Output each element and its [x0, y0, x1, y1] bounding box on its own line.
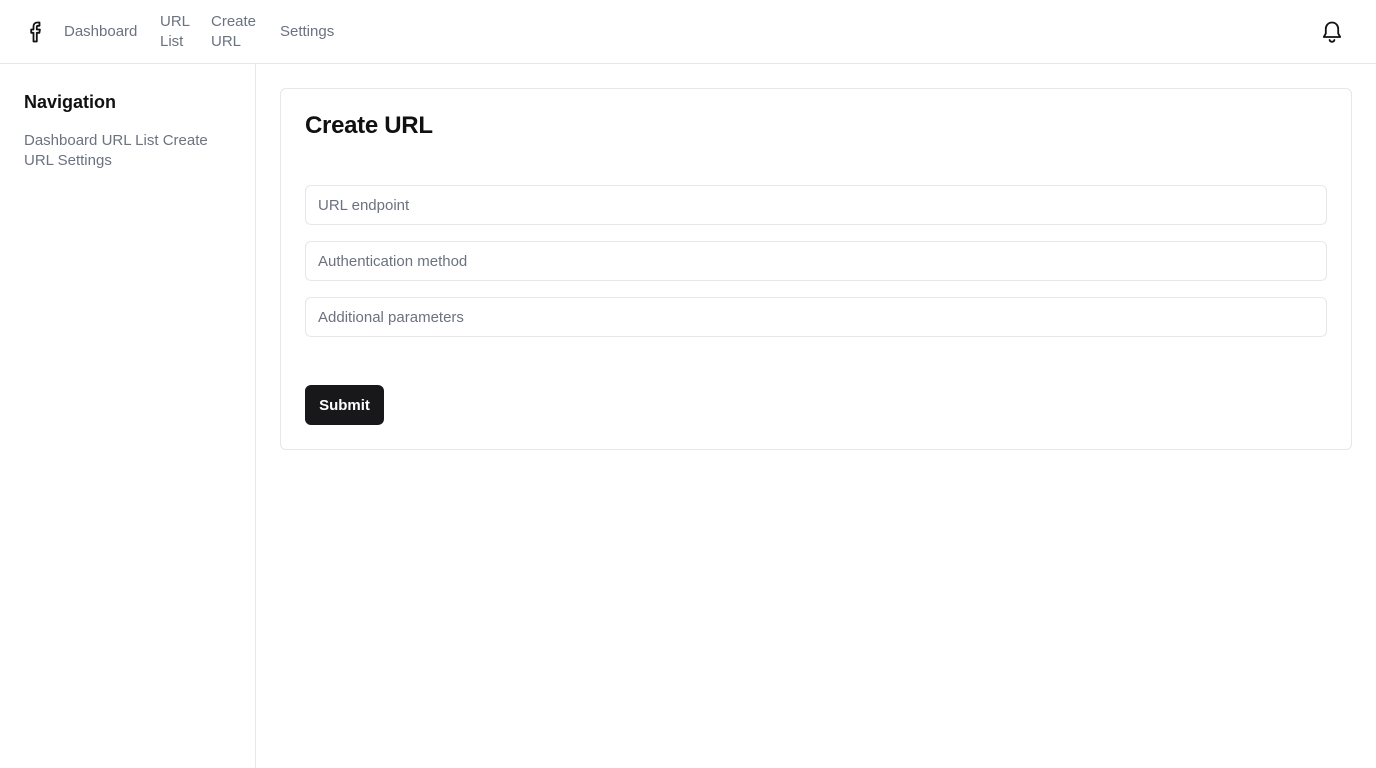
authentication-method-input[interactable]: [305, 241, 1327, 281]
nav-link-create-url[interactable]: Create URL: [211, 12, 259, 52]
url-endpoint-input[interactable]: [305, 185, 1327, 225]
additional-parameters-input[interactable]: [305, 297, 1327, 337]
sidebar: Navigation Dashboard URL List Create URL…: [0, 64, 256, 768]
submit-button[interactable]: Submit: [305, 385, 384, 425]
nav-link-dashboard[interactable]: Dashboard: [64, 22, 137, 42]
sidebar-nav: Dashboard URL List Create URL Settings: [24, 131, 224, 171]
top-navbar: Dashboard URL List Create URL Settings: [0, 0, 1376, 64]
sidebar-item-dashboard[interactable]: Dashboard: [24, 132, 97, 149]
nav-link-settings[interactable]: Settings: [280, 22, 334, 42]
page-title: Create URL: [305, 112, 433, 139]
sidebar-title: Navigation: [24, 92, 117, 112]
sidebar-item-url-list[interactable]: URL List: [102, 132, 159, 149]
bell-icon[interactable]: [1320, 18, 1344, 46]
sidebar-item-settings[interactable]: Settings: [58, 152, 112, 169]
facebook-logo-icon[interactable]: [26, 20, 46, 44]
nav-link-url-list[interactable]: URL List: [160, 12, 200, 52]
create-url-card: Create URL Submit: [280, 88, 1352, 450]
